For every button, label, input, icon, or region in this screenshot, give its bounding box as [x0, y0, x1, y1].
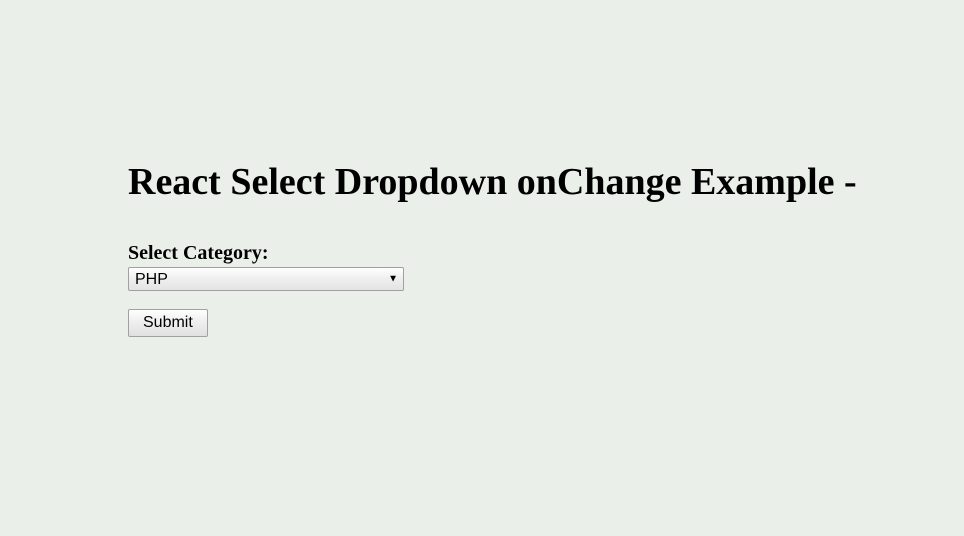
page-title: React Select Dropdown onChange Example - — [128, 160, 964, 204]
category-label: Select Category: — [128, 242, 964, 265]
content-container: React Select Dropdown onChange Example -… — [0, 0, 964, 337]
category-select-wrapper: PHP ▼ — [128, 267, 404, 291]
category-select[interactable]: PHP — [128, 267, 404, 291]
submit-button[interactable]: Submit — [128, 309, 208, 337]
